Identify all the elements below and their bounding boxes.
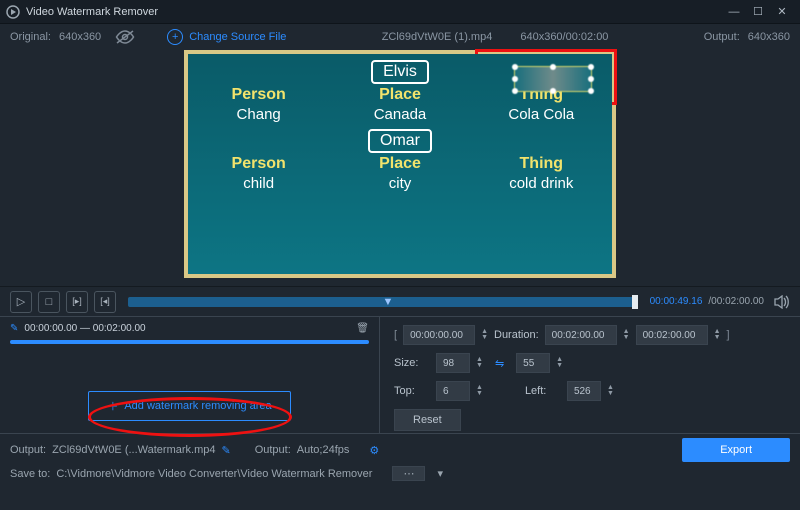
volume-icon[interactable] (774, 295, 790, 309)
bracket-right-icon[interactable]: ] (727, 329, 730, 341)
output-format-label: Output: (255, 444, 291, 456)
reset-button[interactable]: Reset (394, 409, 461, 431)
col-header: Place (340, 155, 460, 173)
output-filename: ZCl69dVtW0E (...Watermark.mp4 (52, 444, 215, 456)
export-button[interactable]: Export (682, 438, 790, 462)
col-header: Person (199, 155, 319, 173)
output-format-value: Auto;24fps (297, 444, 350, 456)
change-source-button[interactable]: + Change Source File (167, 29, 286, 45)
resize-handle[interactable] (512, 88, 518, 94)
stop-button[interactable]: □ (38, 291, 60, 313)
width-input[interactable]: 98 (436, 353, 470, 373)
app-title: Video Watermark Remover (26, 6, 158, 18)
link-aspect-icon[interactable]: ⇋ (495, 357, 504, 370)
segments-panel: ✎ 00:00:00.00 — 00:02:00.00 🗑 ＋ Add wate… (0, 317, 380, 433)
cell: Canada (340, 106, 460, 123)
original-dimensions: 640x360 (59, 31, 101, 43)
play-button[interactable]: ▷ (10, 291, 32, 313)
minimize-button[interactable]: — (722, 6, 746, 18)
col-header: Place (340, 86, 460, 104)
resize-handle[interactable] (550, 64, 556, 70)
cell: city (340, 175, 460, 192)
top-input[interactable]: 6 (436, 381, 470, 401)
start-time-input[interactable]: 00:00:00.00 (403, 325, 475, 345)
source-filename: ZCl69dVtW0E (1).mp4 (382, 31, 493, 43)
cell: Chang (199, 106, 319, 123)
output-dimensions: 640x360 (748, 31, 790, 43)
bracket-left-icon[interactable]: [ (394, 329, 397, 341)
left-input[interactable]: 526 (567, 381, 601, 401)
segment-bar[interactable] (10, 340, 369, 344)
add-watermark-area-label: Add watermark removing area (124, 400, 271, 412)
save-path: C:\Vidmore\Vidmore Video Converter\Video… (56, 468, 372, 480)
step-forward-button[interactable]: [▸] (66, 291, 88, 313)
time-total: /00:02:00.00 (708, 296, 764, 307)
left-spinner[interactable]: ▲▼ (607, 385, 614, 397)
change-source-label: Change Source File (189, 31, 286, 43)
save-to-label: Save to: (10, 468, 50, 480)
name-box-1: Elvis (371, 60, 429, 84)
size-label: Size: (394, 357, 430, 369)
step-back-button[interactable]: [◂] (94, 291, 116, 313)
resize-handle[interactable] (588, 76, 594, 82)
footer: Output: ZCl69dVtW0E (...Watermark.mp4 ✎ … (0, 434, 800, 489)
resize-handle[interactable] (550, 88, 556, 94)
properties-panel: [ 00:00:00.00 ▲▼ Duration: 00:02:00.00 ▲▼… (380, 317, 800, 433)
segment-range: 00:00:00.00 — 00:02:00.00 (24, 323, 145, 334)
source-dims-time: 640x360/00:02:00 (520, 31, 608, 43)
resize-handle[interactable] (588, 64, 594, 70)
end-time-input[interactable]: 00:02:00.00 (636, 325, 708, 345)
chevron-down-icon[interactable]: ▾ (437, 467, 443, 480)
col-header: Thing (481, 155, 601, 173)
resize-handle[interactable] (512, 76, 518, 82)
original-label: Original: (10, 31, 51, 43)
name-box-2: Omar (368, 129, 432, 153)
cell: child (199, 175, 319, 192)
output-label: Output: (704, 31, 740, 43)
add-watermark-area-button[interactable]: ＋ Add watermark removing area (88, 391, 290, 421)
time-current: 00:00:49.16 (650, 296, 703, 307)
format-settings-icon[interactable]: ⚙ (369, 444, 379, 457)
left-label: Left: (525, 385, 561, 397)
start-spinner[interactable]: ▲▼ (481, 329, 488, 341)
cell: cold drink (481, 175, 601, 192)
info-bar: Original: 640x360 + Change Source File Z… (0, 24, 800, 50)
output-file-label: Output: (10, 444, 46, 456)
resize-handle[interactable] (512, 64, 518, 70)
preview-toggle-icon[interactable] (115, 30, 135, 44)
segment-row[interactable]: ✎ 00:00:00.00 — 00:02:00.00 🗑 (10, 323, 369, 334)
timeline-slider[interactable]: ▼ (128, 297, 638, 307)
preview-canvas: Elvis Person Chang Place Canada Thing Cola … (188, 54, 612, 274)
timeline-end-handle[interactable] (632, 295, 638, 309)
top-spinner[interactable]: ▲▼ (476, 385, 483, 397)
transport-bar: ▷ □ [▸] [◂] ▼ 00:00:49.16 /00:02:00.00 (0, 286, 800, 316)
duration-spinner[interactable]: ▲▼ (623, 329, 630, 341)
cell: Cola Cola (481, 106, 601, 123)
col-header: Person (199, 86, 319, 104)
plus-circle-icon: + (167, 29, 183, 45)
height-spinner[interactable]: ▲▼ (556, 357, 563, 369)
resize-handle[interactable] (588, 88, 594, 94)
video-preview[interactable]: Elvis Person Chang Place Canada Thing Cola … (184, 50, 616, 278)
maximize-button[interactable]: ☐ (746, 5, 770, 18)
watermark-selection-box[interactable] (514, 66, 592, 92)
end-spinner[interactable]: ▲▼ (714, 329, 721, 341)
plus-icon: ＋ (107, 398, 118, 414)
close-button[interactable]: ✕ (770, 5, 794, 18)
top-label: Top: (394, 385, 430, 397)
width-spinner[interactable]: ▲▼ (476, 357, 483, 369)
duration-label: Duration: (494, 329, 539, 341)
titlebar: Video Watermark Remover — ☐ ✕ (0, 0, 800, 24)
playhead-icon[interactable]: ▼ (383, 296, 394, 308)
delete-segment-icon[interactable]: 🗑 (356, 323, 369, 334)
duration-input[interactable]: 00:02:00.00 (545, 325, 617, 345)
browse-path-button[interactable]: ⋯ (392, 466, 425, 481)
height-input[interactable]: 55 (516, 353, 550, 373)
brush-icon: ✎ (10, 323, 18, 334)
app-logo-icon (6, 5, 20, 19)
rename-output-icon[interactable]: ✎ (221, 444, 230, 457)
